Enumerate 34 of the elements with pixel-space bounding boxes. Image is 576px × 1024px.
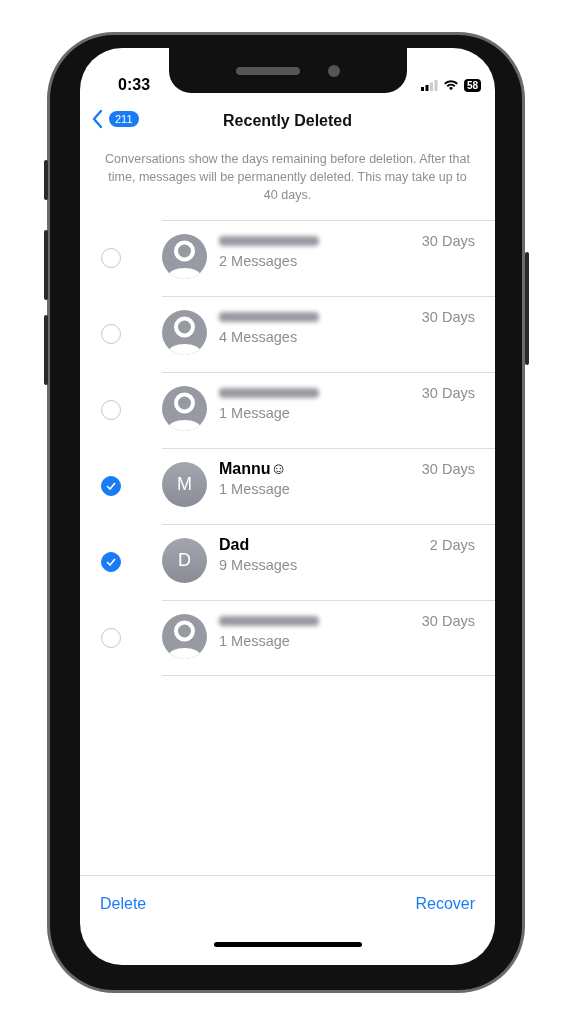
message-count: 9 Messages bbox=[219, 557, 299, 573]
unread-count-badge[interactable]: 211 bbox=[109, 111, 139, 127]
message-count: 2 Messages bbox=[219, 253, 299, 269]
status-time: 0:33 bbox=[118, 76, 151, 94]
screen-title: Recently Deleted bbox=[223, 112, 352, 130]
person-avatar-icon bbox=[162, 614, 207, 659]
selection-circle[interactable] bbox=[101, 552, 121, 572]
speaker bbox=[236, 66, 300, 75]
person-avatar-icon bbox=[162, 386, 207, 431]
avatar-initial: M bbox=[162, 462, 207, 507]
message-count: 1 Message bbox=[219, 481, 291, 497]
avatar-initial: D bbox=[162, 538, 207, 583]
person-avatar-icon bbox=[162, 310, 207, 355]
toolbar-action[interactable]: Recover bbox=[415, 895, 475, 913]
days-remaining: 30 Days bbox=[421, 461, 475, 477]
message-count: 1 Message bbox=[219, 405, 291, 421]
selection-circle[interactable] bbox=[101, 476, 121, 496]
battery-level: 58 bbox=[463, 78, 481, 92]
contact-name: Mannu☺ bbox=[219, 460, 287, 478]
back-chevron-icon[interactable] bbox=[92, 109, 103, 129]
message-count: 1 Message bbox=[219, 633, 291, 649]
days-remaining: 30 Days bbox=[421, 385, 475, 401]
toolbar-action[interactable]: Delete bbox=[100, 895, 147, 913]
message-count: 4 Messages bbox=[219, 329, 299, 345]
days-remaining: 30 Days bbox=[421, 613, 475, 629]
signal-icon bbox=[420, 79, 438, 91]
camera bbox=[328, 64, 340, 77]
person-avatar-icon bbox=[162, 234, 207, 279]
wifi-icon bbox=[442, 79, 459, 91]
days-remaining: 30 Days bbox=[421, 233, 475, 249]
days-remaining: 2 Days bbox=[429, 537, 475, 553]
contact-name: Dad bbox=[219, 536, 250, 554]
description-text: Conversations show the days remaining before deletion. After that time, messages will be permanently deleted. This may take up to 40 days. bbox=[104, 151, 471, 204]
days-remaining: 30 Days bbox=[421, 309, 475, 325]
